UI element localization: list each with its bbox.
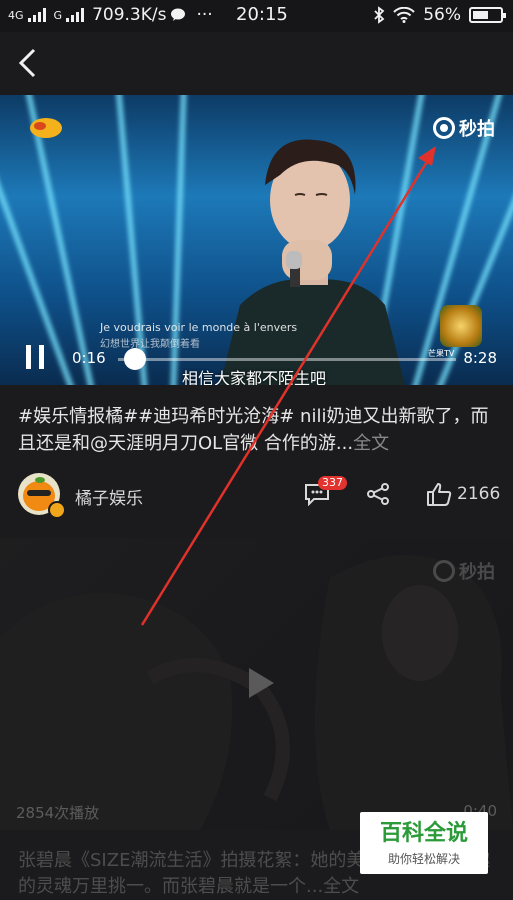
- thumbs-up-icon[interactable]: [426, 481, 452, 507]
- play-icon[interactable]: [246, 666, 276, 700]
- total-time: 8:28: [463, 349, 497, 367]
- comment-count-badge: 337: [318, 476, 347, 490]
- battery-percent: 56%: [423, 5, 461, 25]
- miaopai-label-2: 秒拍: [459, 562, 495, 583]
- signal-icon-2: [66, 8, 85, 22]
- camera-icon-2: [433, 560, 455, 582]
- battery-icon: [469, 7, 506, 23]
- camera-icon: [433, 117, 455, 139]
- sim2-label: G: [53, 8, 63, 22]
- status-left: 4G G 709.3K/s ···: [8, 5, 213, 25]
- post-title-text: #娱乐情报橘##迪玛希时光沧海# nili奶迪又出新歌了，而且还是和@天涯明月刀…: [18, 406, 489, 454]
- site-watermark: 百科全说 助你轻松解决: [360, 812, 488, 874]
- read-more-link-2[interactable]: 全文: [323, 876, 359, 897]
- progress-knob[interactable]: [124, 348, 146, 370]
- more-dots: ···: [196, 5, 213, 25]
- like-count: 2166: [457, 484, 501, 504]
- sim1-label: 4G: [8, 8, 24, 22]
- author-name[interactable]: 橘子娱乐: [75, 484, 143, 509]
- pause-icon[interactable]: [24, 345, 46, 369]
- video-player-2[interactable]: 秒拍 2854次播放 0:40: [0, 538, 513, 830]
- watermark-main: 百科全说: [379, 821, 468, 846]
- share-icon[interactable]: [366, 482, 390, 506]
- progress-track[interactable]: [118, 358, 456, 361]
- miaopai-label: 秒拍: [459, 119, 495, 140]
- post-title-1[interactable]: #娱乐情报橘##迪玛希时光沧海# nili奶迪又出新歌了，而且还是和@天涯明月刀…: [18, 403, 498, 457]
- bluetooth-icon: [374, 6, 385, 24]
- playback-controls: 0:16 8:28: [0, 331, 513, 385]
- hunan-tv-logo: [30, 118, 62, 138]
- signal-icon: [27, 8, 46, 22]
- chat-bubble-icon: [171, 8, 186, 21]
- play-count: 2854次播放: [16, 804, 100, 822]
- top-nav: [0, 32, 513, 94]
- network-speed: 709.3K/s: [92, 5, 167, 25]
- back-arrow-icon[interactable]: [14, 46, 44, 80]
- watermark-sub: 助你轻松解决: [387, 852, 460, 866]
- miaopai-watermark: 秒拍: [433, 115, 495, 141]
- status-bar: 4G G 709.3K/s ··· 20:15 56%: [0, 0, 513, 32]
- clock: 20:15: [236, 4, 288, 25]
- miaopai-watermark-2: 秒拍: [433, 558, 495, 584]
- wifi-icon: [393, 7, 415, 23]
- current-time: 0:16: [72, 349, 106, 367]
- status-right: 56%: [373, 5, 506, 25]
- verified-badge: [48, 501, 66, 519]
- post-meta-1: 橘子娱乐 337 2166: [0, 468, 513, 520]
- video-player-1[interactable]: 秒拍 Je voudrais voir le monde à l'envers …: [0, 95, 513, 385]
- read-more-link[interactable]: 全文: [353, 433, 389, 454]
